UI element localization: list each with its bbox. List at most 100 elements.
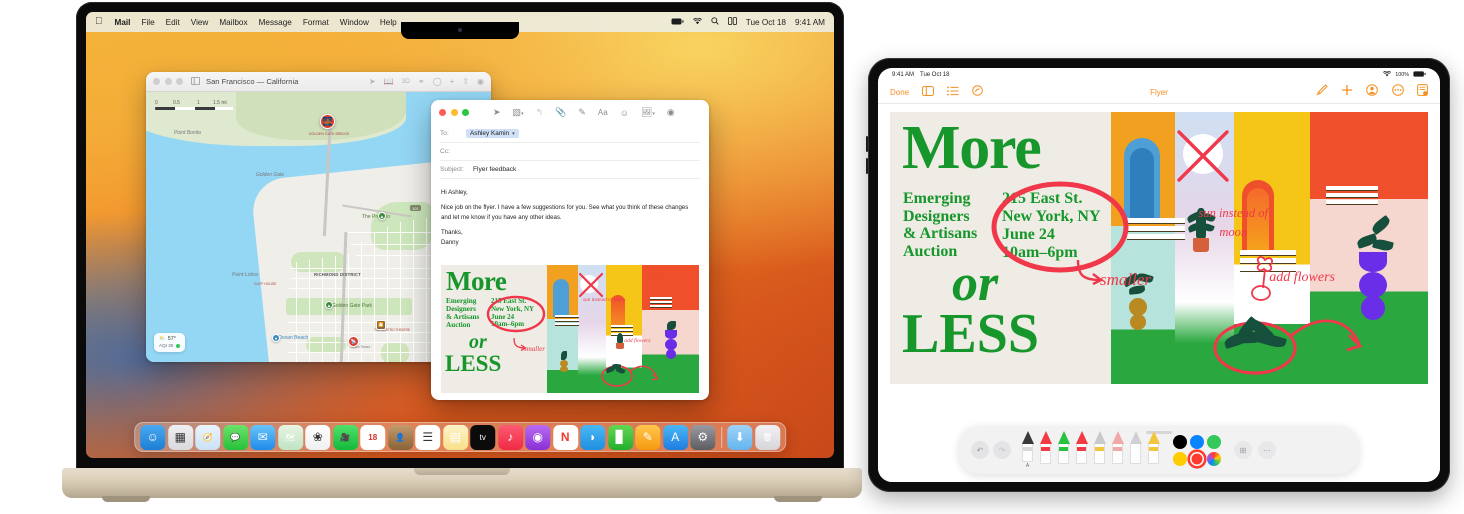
- mail-traffic-lights[interactable]: [439, 109, 469, 116]
- dock-app-mail[interactable]: ✉: [250, 424, 276, 450]
- mail-subject-row[interactable]: Subject: Flyer feedback: [440, 161, 700, 179]
- yellow-swatch[interactable]: [1173, 451, 1187, 466]
- dock-app-numbers[interactable]: ▊: [607, 424, 633, 450]
- flyer-document[interactable]: More Emerging Designers & Artisans Aucti…: [890, 112, 1428, 384]
- more-icon[interactable]: [1392, 83, 1404, 101]
- dock-app-reminders[interactable]: ☰: [415, 424, 441, 450]
- close-button[interactable]: [153, 78, 160, 85]
- format-icon[interactable]: Aa: [598, 108, 608, 117]
- dock-app-music[interactable]: ♪: [497, 424, 523, 450]
- highlighter-green-tool[interactable]: [1057, 431, 1070, 469]
- mail-toolbar[interactable]: ➤ ▧▾ ↰ 📎 ✎ Aa ☺ 🖼▾ ◉: [431, 100, 709, 125]
- menu-item-file[interactable]: File: [141, 18, 154, 27]
- golden-gate-bridge-pin[interactable]: 🌉: [320, 114, 335, 129]
- send-icon[interactable]: ➤: [493, 107, 501, 118]
- marker-red-tool[interactable]: [1075, 431, 1088, 469]
- more-icon[interactable]: ⋯: [1258, 441, 1276, 459]
- fountain-pen-tool[interactable]: A: [1021, 431, 1034, 469]
- dock-app-app-store[interactable]: A: [662, 424, 688, 450]
- dock-app-messages[interactable]: 💬: [222, 424, 248, 450]
- dock-app-photos[interactable]: ❀: [305, 424, 331, 450]
- menu-item-view[interactable]: View: [191, 18, 209, 27]
- color-wheel-swatch[interactable]: [1207, 451, 1221, 466]
- ipad-toolbar-right[interactable]: [1316, 83, 1428, 101]
- menu-item-format[interactable]: Format: [303, 18, 329, 27]
- recents-clock-icon[interactable]: ◯: [433, 77, 442, 86]
- minimize-button[interactable]: [164, 78, 172, 85]
- emoji-icon[interactable]: ☺: [620, 108, 629, 118]
- blue-swatch[interactable]: [1190, 434, 1204, 449]
- search-icon[interactable]: [711, 17, 719, 27]
- dock-app-safari[interactable]: 🧭: [195, 424, 221, 450]
- green-swatch[interactable]: [1207, 434, 1221, 449]
- mail-subject-value[interactable]: Flyer feedback: [473, 166, 516, 173]
- menu-item-message[interactable]: Message: [259, 18, 292, 27]
- paintbrush-tool[interactable]: [1093, 431, 1106, 469]
- dock-app-news[interactable]: N: [552, 424, 578, 450]
- pen-tool[interactable]: [1039, 431, 1052, 469]
- dock-app-podcasts[interactable]: ◉: [525, 424, 551, 450]
- sidebar-icon[interactable]: [922, 83, 935, 101]
- document-icon[interactable]: [1417, 83, 1428, 101]
- mail-zoom-button[interactable]: [462, 109, 469, 116]
- menu-item-mailbox[interactable]: Mailbox: [219, 18, 247, 27]
- wifi-icon[interactable]: [692, 17, 702, 27]
- macos-dock[interactable]: ☺ ▦ 🧭 💬 ✉ 🗺 ❀ 🎥 18 👤 ☰ ▤ tv ♪ ◉ N ◗ ▊ ✎ A ⚙ ⬇ 🗑: [134, 422, 786, 452]
- ipad-volume-up-button[interactable]: [866, 136, 868, 152]
- markup-toolbar[interactable]: ↶ ↷ A ⊞ ⋯: [959, 426, 1359, 474]
- signature-icon[interactable]: ◉: [667, 107, 675, 118]
- mail-to-row[interactable]: To: Ashley Kamin ▾: [440, 125, 700, 143]
- markup-pen-icon[interactable]: [1316, 83, 1328, 101]
- ipad-app-toolbar[interactable]: Done Flyer: [878, 81, 1440, 104]
- map-weather-widget[interactable]: ⛅ 57° AQI 30: [154, 332, 186, 352]
- black-swatch[interactable]: [1173, 434, 1187, 449]
- pen-tools-row[interactable]: A: [1021, 431, 1160, 469]
- ipad-volume-down-button[interactable]: [866, 158, 868, 174]
- dock-app-apple-tv[interactable]: tv: [470, 424, 496, 450]
- guides-book-icon[interactable]: 📖: [384, 77, 394, 86]
- poi-gg-park-icon[interactable]: ▲: [325, 301, 333, 309]
- dock-app-pages[interactable]: ✎: [635, 424, 661, 450]
- ipad-toolbar-left[interactable]: Done: [890, 83, 983, 101]
- menu-item-mail[interactable]: Mail: [115, 18, 131, 27]
- add-icon[interactable]: [1341, 83, 1353, 101]
- dock-app-facetime[interactable]: 🎥: [332, 424, 358, 450]
- reply-icon[interactable]: ↰: [536, 107, 544, 118]
- markup-icon[interactable]: ✎: [578, 107, 586, 118]
- menu-item-window[interactable]: Window: [340, 18, 369, 27]
- maps-titlebar[interactable]: San Francisco — California ➤ 📖 3D ⚭ ◯ + …: [146, 72, 491, 92]
- recipient-token[interactable]: Ashley Kamin ▾: [466, 129, 519, 138]
- control-center-icon[interactable]: [727, 17, 737, 27]
- dock-app-contacts[interactable]: 👤: [387, 424, 413, 450]
- mail-header-fields[interactable]: To: Ashley Kamin ▾ Cc: Subject: Flyer fe…: [431, 125, 709, 179]
- dock-app-trash[interactable]: 🗑: [754, 424, 780, 450]
- flyer-attachment-mail[interactable]: More Emerging Designers & Artisans Aucti…: [441, 265, 699, 393]
- share-icon[interactable]: ⇧: [462, 77, 469, 86]
- share-person-icon[interactable]: [1366, 83, 1379, 101]
- window-traffic-lights[interactable]: [153, 78, 183, 85]
- mail-close-button[interactable]: [439, 109, 446, 116]
- sidebar-icon[interactable]: [191, 76, 200, 87]
- poi-sutro-tower-icon[interactable]: 📡: [348, 336, 359, 347]
- lasso-tool[interactable]: [1129, 431, 1142, 469]
- add-icon[interactable]: +: [450, 77, 455, 86]
- mail-body[interactable]: Hi Ashley, Nice job on the flyer. I have…: [431, 179, 709, 257]
- red-swatch[interactable]: [1190, 451, 1204, 466]
- redo-icon[interactable]: ↷: [993, 441, 1011, 459]
- highlighter-yellow-tool[interactable]: [1147, 431, 1160, 469]
- dock-app-keynote[interactable]: ◗: [580, 424, 606, 450]
- mail-compose-window[interactable]: ➤ ▧▾ ↰ 📎 ✎ Aa ☺ 🖼▾ ◉ To: Ashley Kamin ▾ …: [431, 100, 709, 400]
- dock-app-system-settings[interactable]: ⚙: [690, 424, 716, 450]
- ipad-screen[interactable]: 9:41 AM Tue Oct 18 100% Done Flyer More …: [878, 68, 1440, 482]
- poi-presidio-icon[interactable]: ▲: [378, 212, 386, 220]
- dock-app-finder[interactable]: ☺: [140, 424, 166, 450]
- menu-item-edit[interactable]: Edit: [166, 18, 180, 27]
- mail-minimize-button[interactable]: [450, 109, 458, 116]
- dock-app-maps[interactable]: 🗺: [277, 424, 303, 450]
- markup-tools-icon[interactable]: [972, 83, 983, 101]
- dock-app-calendar[interactable]: 18: [360, 424, 386, 450]
- photo-browser-icon[interactable]: 🖼▾: [641, 107, 655, 118]
- undo-icon[interactable]: ↶: [971, 441, 989, 459]
- battery-icon[interactable]: [671, 18, 684, 27]
- chevron-down-icon[interactable]: ▾: [512, 131, 515, 137]
